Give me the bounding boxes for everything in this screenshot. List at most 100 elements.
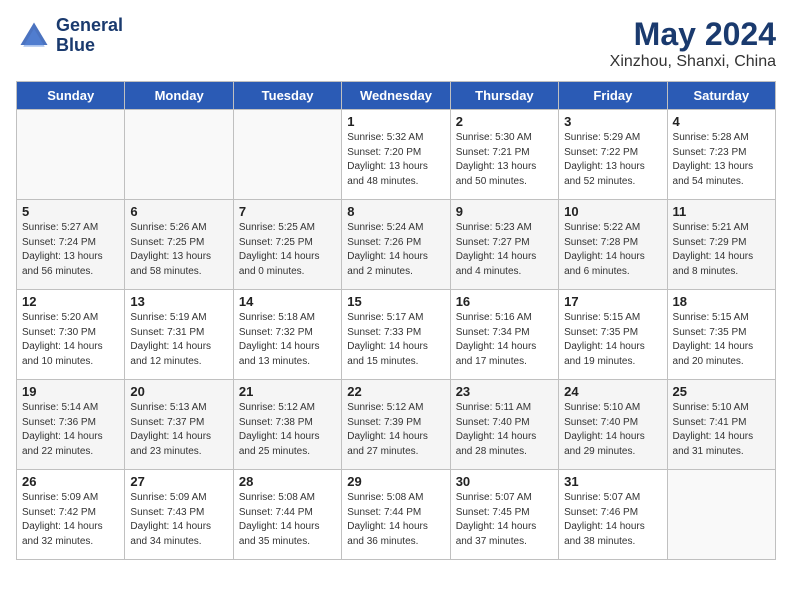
calendar-cell: 30Sunrise: 5:07 AM Sunset: 7:45 PM Dayli…: [450, 470, 558, 560]
day-info: Sunrise: 5:19 AM Sunset: 7:31 PM Dayligh…: [130, 311, 227, 369]
day-number: 11: [673, 204, 770, 219]
day-info: Sunrise: 5:10 AM Sunset: 7:40 PM Dayligh…: [564, 401, 661, 459]
calendar-cell: [233, 110, 341, 200]
day-number: 30: [456, 474, 553, 489]
calendar-cell: 6Sunrise: 5:26 AM Sunset: 7:25 PM Daylig…: [125, 200, 233, 290]
weekday-header-friday: Friday: [559, 82, 667, 110]
calendar-cell: [667, 470, 775, 560]
header-row: SundayMondayTuesdayWednesdayThursdayFrid…: [17, 82, 776, 110]
calendar-cell: 9 Sunrise: 5:23 AM Sunset: 7:27 PM Daylig…: [450, 200, 558, 290]
day-number: 26: [22, 474, 119, 489]
day-info: Sunrise: 5:14 AM Sunset: 7:36 PM Dayligh…: [22, 401, 119, 459]
day-info: Sunrise: 5:29 AM Sunset: 7:22 PM Dayligh…: [564, 131, 661, 189]
logo-icon: [16, 18, 52, 54]
day-number: 8: [347, 204, 444, 219]
day-info: Sunrise: 5:24 AM Sunset: 7:26 PM Dayligh…: [347, 221, 444, 279]
day-info: Sunrise: 5:23 AM Sunset: 7:27 PM Dayligh…: [456, 221, 553, 279]
calendar-cell: 18 Sunrise: 5:15 AM Sunset: 7:35 PM Dayli…: [667, 290, 775, 380]
day-number: 27: [130, 474, 227, 489]
calendar-cell: 21Sunrise: 5:12 AM Sunset: 7:38 PM Dayli…: [233, 380, 341, 470]
calendar-cell: 15 Sunrise: 5:17 AM Sunset: 7:33 PM Dayli…: [342, 290, 450, 380]
day-info: Sunrise: 5:11 AM Sunset: 7:40 PM Dayligh…: [456, 401, 553, 459]
day-number: 15: [347, 294, 444, 309]
day-info: Sunrise: 5:13 AM Sunset: 7:37 PM Dayligh…: [130, 401, 227, 459]
day-info: Sunrise: 5:30 AM Sunset: 7:21 PM Dayligh…: [456, 131, 553, 189]
calendar-cell: 25 Sunrise: 5:10 AM Sunset: 7:41 PM Dayli…: [667, 380, 775, 470]
day-info: Sunrise: 5:08 AM Sunset: 7:44 PM Dayligh…: [239, 491, 336, 549]
calendar-cell: 11 Sunrise: 5:21 AM Sunset: 7:29 PM Dayli…: [667, 200, 775, 290]
calendar-cell: 1Sunrise: 5:32 AM Sunset: 7:20 PM Daylig…: [342, 110, 450, 200]
day-number: 3: [564, 114, 661, 129]
day-info: Sunrise: 5:07 AM Sunset: 7:46 PM Dayligh…: [564, 491, 661, 549]
week-row-5: 26 Sunrise: 5:09 AM Sunset: 7:42 PM Dayli…: [17, 470, 776, 560]
calendar-cell: 5 Sunrise: 5:27 AM Sunset: 7:24 PM Daylig…: [17, 200, 125, 290]
calendar-cell: 16 Sunrise: 5:16 AM Sunset: 7:34 PM Dayli…: [450, 290, 558, 380]
calendar-cell: 20 Sunrise: 5:13 AM Sunset: 7:37 PM Dayli…: [125, 380, 233, 470]
week-row-1: 1Sunrise: 5:32 AM Sunset: 7:20 PM Daylig…: [17, 110, 776, 200]
day-number: 19: [22, 384, 119, 399]
day-info: Sunrise: 5:08 AM Sunset: 7:44 PM Dayligh…: [347, 491, 444, 549]
day-info: Sunrise: 5:22 AM Sunset: 7:28 PM Dayligh…: [564, 221, 661, 279]
day-number: 31: [564, 474, 661, 489]
day-number: 4: [673, 114, 770, 129]
day-info: Sunrise: 5:10 AM Sunset: 7:41 PM Dayligh…: [673, 401, 770, 459]
logo-line2: Blue: [56, 36, 123, 56]
day-number: 12: [22, 294, 119, 309]
day-info: Sunrise: 5:15 AM Sunset: 7:35 PM Dayligh…: [673, 311, 770, 369]
day-number: 29: [347, 474, 444, 489]
day-info: Sunrise: 5:12 AM Sunset: 7:38 PM Dayligh…: [239, 401, 336, 459]
calendar-cell: 22 Sunrise: 5:12 AM Sunset: 7:39 PM Dayli…: [342, 380, 450, 470]
day-number: 18: [673, 294, 770, 309]
calendar-cell: 26 Sunrise: 5:09 AM Sunset: 7:42 PM Dayli…: [17, 470, 125, 560]
day-number: 10: [564, 204, 661, 219]
calendar-cell: 7 Sunrise: 5:25 AM Sunset: 7:25 PM Daylig…: [233, 200, 341, 290]
weekday-header-wednesday: Wednesday: [342, 82, 450, 110]
day-info: Sunrise: 5:12 AM Sunset: 7:39 PM Dayligh…: [347, 401, 444, 459]
weekday-header-sunday: Sunday: [17, 82, 125, 110]
calendar-cell: 4 Sunrise: 5:28 AM Sunset: 7:23 PM Daylig…: [667, 110, 775, 200]
calendar-cell: 24 Sunrise: 5:10 AM Sunset: 7:40 PM Dayli…: [559, 380, 667, 470]
day-info: Sunrise: 5:32 AM Sunset: 7:20 PM Dayligh…: [347, 131, 444, 189]
day-info: Sunrise: 5:16 AM Sunset: 7:34 PM Dayligh…: [456, 311, 553, 369]
day-info: Sunrise: 5:15 AM Sunset: 7:35 PM Dayligh…: [564, 311, 661, 369]
day-number: 24: [564, 384, 661, 399]
week-row-2: 5 Sunrise: 5:27 AM Sunset: 7:24 PM Daylig…: [17, 200, 776, 290]
weekday-header-saturday: Saturday: [667, 82, 775, 110]
calendar-cell: 8 Sunrise: 5:24 AM Sunset: 7:26 PM Daylig…: [342, 200, 450, 290]
day-info: Sunrise: 5:27 AM Sunset: 7:24 PM Dayligh…: [22, 221, 119, 279]
weekday-header-thursday: Thursday: [450, 82, 558, 110]
day-info: Sunrise: 5:25 AM Sunset: 7:25 PM Dayligh…: [239, 221, 336, 279]
day-info: Sunrise: 5:17 AM Sunset: 7:33 PM Dayligh…: [347, 311, 444, 369]
page-header: General Blue May 2024 Xinzhou, Shanxi, C…: [16, 16, 776, 71]
calendar-cell: [125, 110, 233, 200]
calendar-table: SundayMondayTuesdayWednesdayThursdayFrid…: [16, 81, 776, 560]
logo-text: General Blue: [56, 16, 123, 56]
calendar-cell: [17, 110, 125, 200]
day-number: 7: [239, 204, 336, 219]
weekday-header-monday: Monday: [125, 82, 233, 110]
logo: General Blue: [16, 16, 123, 56]
day-info: Sunrise: 5:09 AM Sunset: 7:42 PM Dayligh…: [22, 491, 119, 549]
location-title: Xinzhou, Shanxi, China: [610, 53, 776, 71]
day-number: 20: [130, 384, 227, 399]
day-number: 14: [239, 294, 336, 309]
month-title: May 2024: [610, 16, 776, 53]
day-number: 25: [673, 384, 770, 399]
day-number: 6: [130, 204, 227, 219]
calendar-cell: 14 Sunrise: 5:18 AM Sunset: 7:32 PM Dayli…: [233, 290, 341, 380]
day-number: 5: [22, 204, 119, 219]
calendar-cell: 12Sunrise: 5:20 AM Sunset: 7:30 PM Dayli…: [17, 290, 125, 380]
calendar-cell: 29 Sunrise: 5:08 AM Sunset: 7:44 PM Dayli…: [342, 470, 450, 560]
day-number: 16: [456, 294, 553, 309]
day-number: 17: [564, 294, 661, 309]
day-info: Sunrise: 5:28 AM Sunset: 7:23 PM Dayligh…: [673, 131, 770, 189]
day-number: 22: [347, 384, 444, 399]
title-block: May 2024 Xinzhou, Shanxi, China: [610, 16, 776, 71]
weekday-header-tuesday: Tuesday: [233, 82, 341, 110]
day-number: 9: [456, 204, 553, 219]
day-info: Sunrise: 5:21 AM Sunset: 7:29 PM Dayligh…: [673, 221, 770, 279]
calendar-cell: 23Sunrise: 5:11 AM Sunset: 7:40 PM Dayli…: [450, 380, 558, 470]
calendar-cell: 27Sunrise: 5:09 AM Sunset: 7:43 PM Dayli…: [125, 470, 233, 560]
day-info: Sunrise: 5:18 AM Sunset: 7:32 PM Dayligh…: [239, 311, 336, 369]
day-number: 28: [239, 474, 336, 489]
